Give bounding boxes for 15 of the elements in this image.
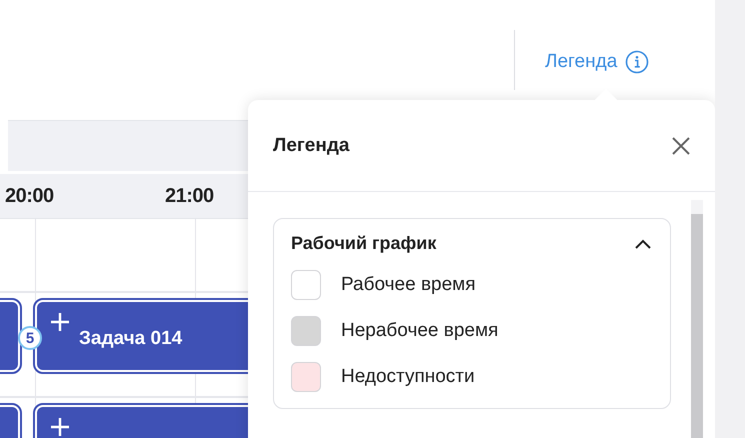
plus-icon bbox=[50, 312, 70, 332]
legend-label: Недоступности bbox=[341, 366, 475, 388]
chevron-up-icon[interactable] bbox=[635, 238, 651, 248]
time-label: 20:00 bbox=[5, 185, 54, 208]
close-icon bbox=[671, 136, 691, 156]
section-title: Рабочий график bbox=[291, 233, 436, 254]
task-label: Задача 014 bbox=[79, 328, 182, 350]
time-label: 21:00 bbox=[165, 185, 214, 208]
popover-title: Легенда bbox=[273, 134, 350, 156]
info-icon bbox=[625, 50, 650, 74]
legend-label: Рабочее время bbox=[341, 274, 476, 296]
scrollbar-thumb[interactable] bbox=[691, 214, 703, 438]
plus-icon bbox=[50, 417, 70, 437]
legend-link[interactable]: Легенда bbox=[545, 50, 650, 74]
legend-label: Нерабочее время bbox=[341, 320, 498, 342]
